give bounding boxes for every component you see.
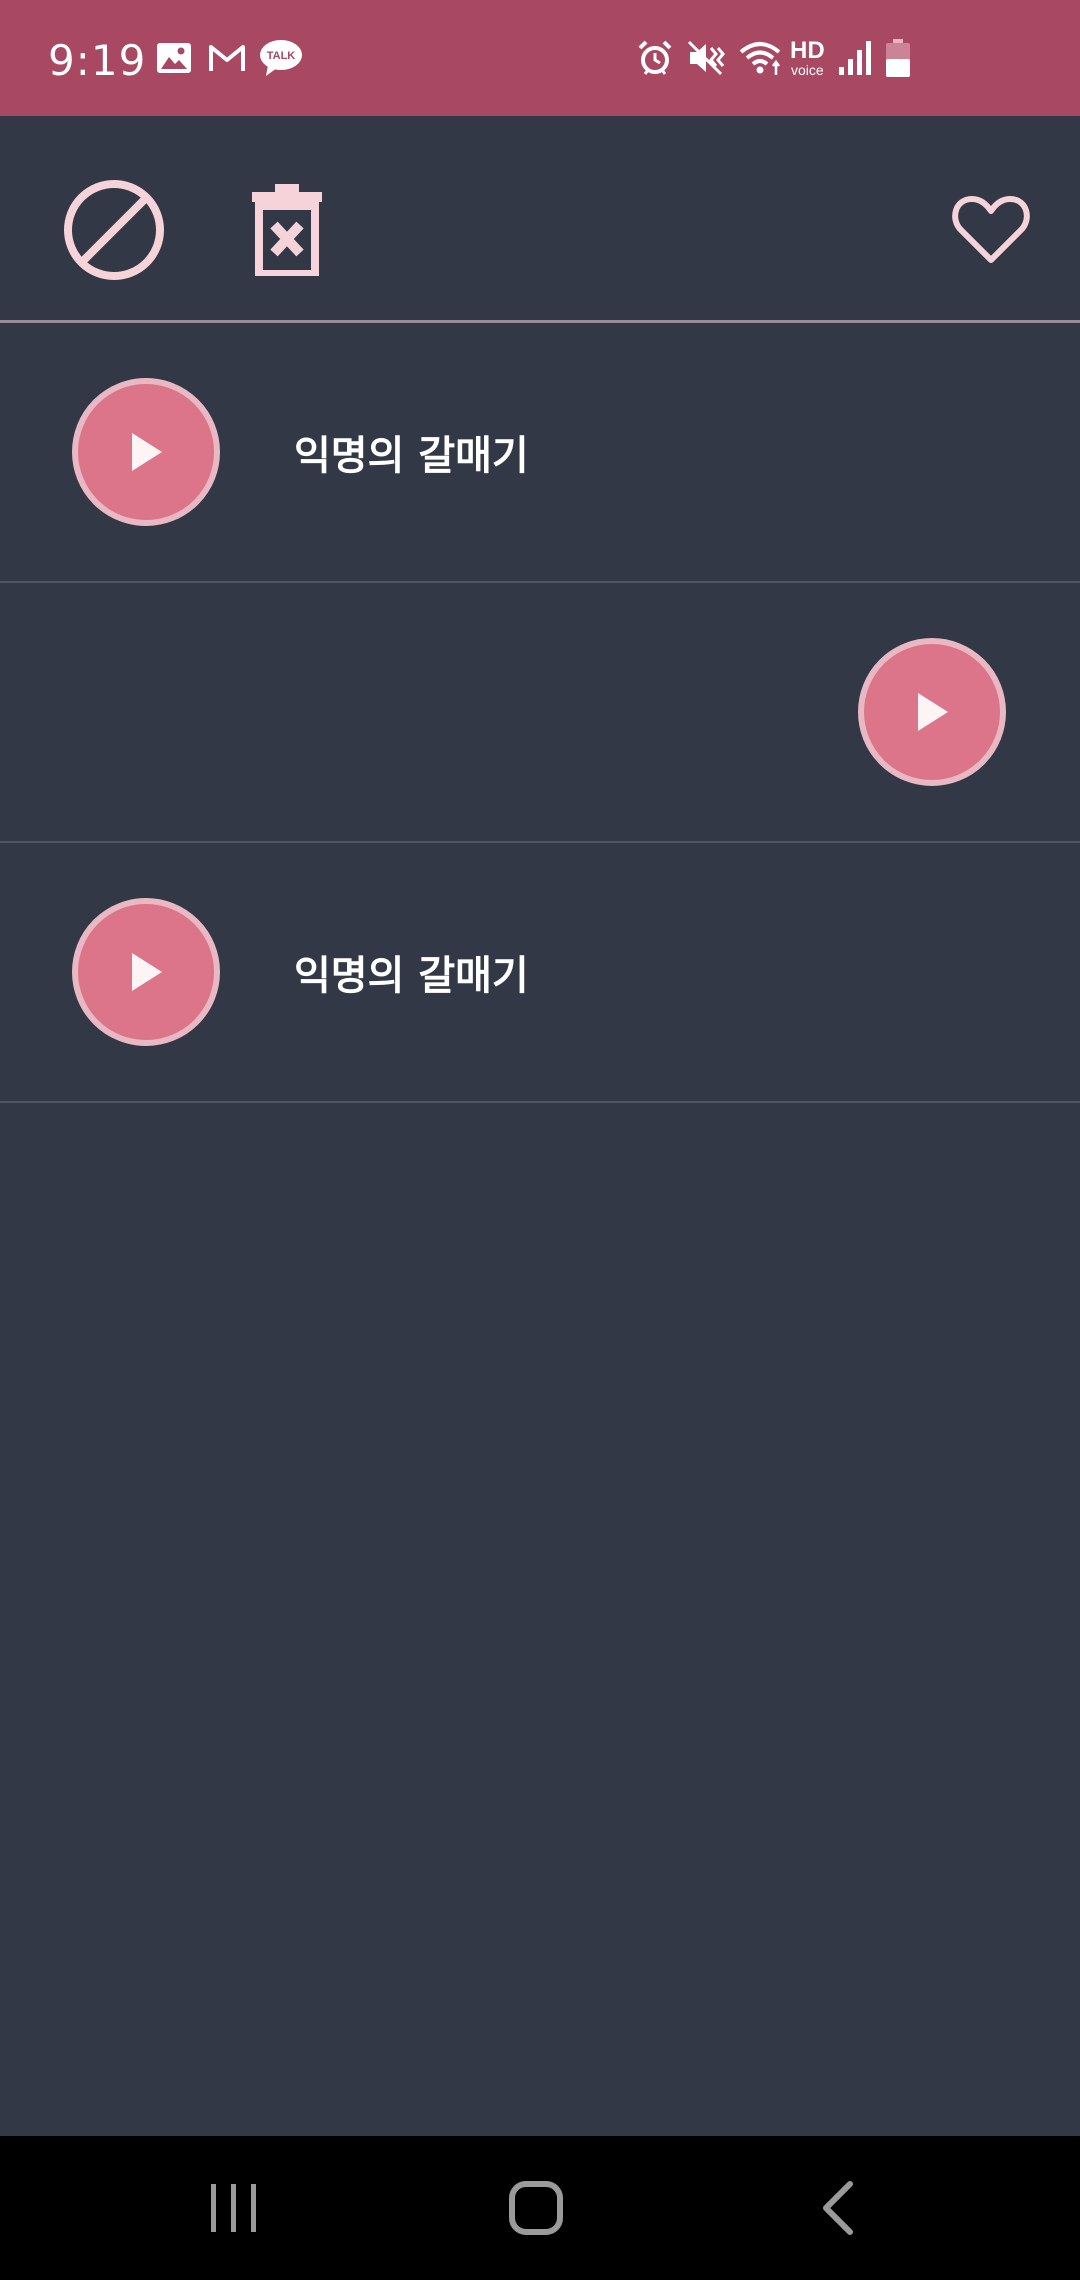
status-time: 9:19 — [48, 36, 147, 85]
block-icon — [64, 180, 164, 280]
kakaotalk-label: TALK — [267, 50, 296, 62]
home-button[interactable] — [456, 2136, 616, 2280]
recent-apps-button[interactable] — [154, 2136, 314, 2280]
play-button[interactable] — [72, 898, 220, 1046]
recent-apps-icon — [211, 2184, 256, 2232]
play-icon — [918, 693, 948, 731]
item-title: 익명의 갈매기 — [294, 433, 529, 479]
kakaotalk-icon: TALK — [258, 0, 304, 116]
signal-icon — [838, 0, 872, 116]
gmail-icon — [208, 0, 246, 116]
home-icon — [509, 2181, 563, 2235]
back-icon — [823, 2181, 853, 2235]
play-icon — [132, 433, 162, 471]
delete-button[interactable] — [252, 184, 322, 280]
favorite-button[interactable] — [952, 194, 1030, 268]
list-item[interactable] — [0, 583, 1080, 843]
hd-voice-icon: HD voice — [790, 0, 825, 116]
item-title: 익명의 갈매기 — [294, 953, 529, 999]
play-icon — [132, 953, 162, 991]
play-button[interactable] — [858, 638, 1006, 786]
delete-icon — [252, 184, 322, 278]
toolbar — [0, 116, 1080, 323]
voice-label: voice — [790, 62, 824, 78]
navigation-bar — [0, 2136, 1080, 2280]
favorite-icon — [952, 196, 1030, 263]
block-button[interactable] — [62, 178, 166, 286]
wifi-icon — [738, 0, 784, 116]
gallery-icon — [156, 0, 192, 116]
alarm-icon — [636, 0, 674, 116]
hd-label: HD — [790, 37, 825, 64]
vibrate-icon — [686, 0, 726, 116]
back-button[interactable] — [758, 2136, 918, 2280]
battery-icon — [884, 0, 912, 116]
status-bar: 9:19 TALK HD voice — [0, 0, 1080, 116]
list-item[interactable]: 익명의 갈매기 — [0, 323, 1080, 583]
play-button[interactable] — [72, 378, 220, 526]
list-item[interactable]: 익명의 갈매기 — [0, 843, 1080, 1103]
